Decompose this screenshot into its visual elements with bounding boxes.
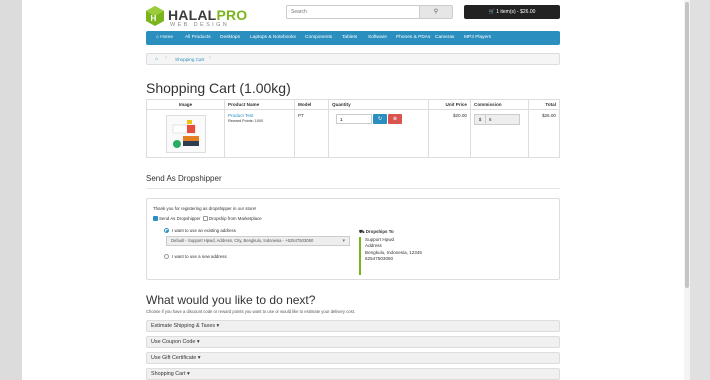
search-input[interactable] [286, 5, 420, 19]
model-cell: PT [294, 109, 329, 158]
vertical-scrollbar[interactable] [684, 0, 690, 380]
breadcrumb-separator-icon: › [165, 55, 167, 61]
col-model: Model [294, 99, 329, 110]
cart-icon: 🛒 [488, 9, 495, 15]
address-select[interactable]: Default - Support Hpwd, Address, City, B… [166, 236, 350, 246]
nav-item-laptops[interactable]: Laptops & Notebooks [250, 31, 296, 45]
send-as-dropshipper-label: Send As Dropshipper [159, 216, 201, 221]
existing-address-radio[interactable] [164, 228, 169, 233]
main-navbar: ⌂ Home All Products Desktops Laptops & N… [146, 31, 560, 45]
total-cell: $26.00 [528, 109, 560, 158]
caret-down-icon: ▾ [216, 323, 220, 329]
next-steps-subtitle: Choose if you have a discount code or re… [146, 309, 356, 314]
nav-item-all-products[interactable]: All Products [185, 31, 211, 45]
ship-to-title: ⛟ Dropships To [359, 229, 394, 234]
site-logo[interactable]: H HALALPRO WEB DESIGN [146, 6, 247, 30]
cart-button-label: 1 item(s) - $26.00 [496, 9, 536, 15]
nav-item-software[interactable]: Software [368, 31, 387, 45]
table-row: Product Test Reward Points: 1000 PT ↻ ⊗ … [146, 109, 560, 158]
search-button[interactable]: ⚲ [419, 5, 453, 19]
caret-down-icon: ▾ [196, 339, 200, 345]
home-icon: ⌂ [156, 35, 159, 40]
coupon-code-panel[interactable]: Use Coupon Code ▾ [146, 336, 560, 348]
breadcrumb-separator-icon: › [209, 55, 211, 61]
dropship-marketplace-checkbox[interactable] [203, 216, 208, 221]
brand-tagline: WEB DESIGN [170, 22, 230, 28]
divider [146, 188, 560, 189]
product-image-icon [172, 120, 199, 148]
nav-item-components[interactable]: Components [305, 31, 332, 45]
send-as-dropshipper-checkbox[interactable] [153, 216, 158, 221]
product-name-link[interactable]: Product Test [228, 113, 291, 118]
nav-item-home[interactable]: ⌂ Home [156, 31, 173, 45]
dropshipper-heading: Send As Dropshipper [146, 174, 222, 183]
breadcrumb-current[interactable]: Shopping Cart [175, 57, 204, 62]
new-address-label: I want to use a new address [172, 254, 227, 259]
window-background [690, 0, 710, 380]
gift-certificate-panel[interactable]: Use Gift Certificate ▾ [146, 352, 560, 364]
col-unit-price: Unit Price [428, 99, 471, 110]
chevron-down-icon: ▾ [342, 238, 345, 244]
col-total: Total [528, 99, 560, 110]
ship-to-address: Support Hpwd Address Bengkulu, Indonesia… [359, 237, 459, 275]
cart-table-header: Image Product Name Model Quantity Unit P… [146, 99, 560, 110]
cart-table: Image Product Name Model Quantity Unit P… [146, 99, 560, 158]
nav-item-mp3-players[interactable]: MP3 Players [464, 31, 491, 45]
search-icon: ⚲ [433, 9, 439, 15]
nav-item-desktops[interactable]: Desktops [220, 31, 240, 45]
nav-item-phones[interactable]: Phones & PDAs [396, 31, 430, 45]
remove-icon: ⊗ [392, 116, 398, 122]
col-image: Image [146, 99, 225, 110]
product-image-cell [146, 109, 225, 158]
quantity-input[interactable] [336, 114, 372, 124]
new-address-radio[interactable] [164, 254, 169, 259]
truck-icon: ⛟ [359, 229, 365, 234]
refresh-icon: ↻ [377, 116, 383, 122]
commission-cell: $ 6 [470, 109, 529, 158]
commission-currency: $ [474, 114, 486, 125]
shopping-cart-panel[interactable]: Shopping Cart ▾ [146, 368, 560, 380]
col-commission: Commission [470, 99, 529, 110]
nav-item-cameras[interactable]: Cameras [435, 31, 454, 45]
unit-price-cell: $20.00 [428, 109, 471, 158]
commission-input[interactable]: 6 [486, 114, 520, 125]
quantity-cell: ↻ ⊗ [328, 109, 429, 158]
product-name-cell: Product Test Reward Points: 1000 [224, 109, 295, 158]
logo-icon: H [146, 6, 164, 26]
search-bar: ⚲ [286, 5, 454, 19]
svg-text:H: H [151, 14, 157, 23]
reward-points: Reward Points: 1000 [228, 119, 264, 123]
breadcrumb: ⌂ › Shopping Cart › [146, 53, 560, 65]
dropshipper-intro: Thank you for registering as dropshipper… [153, 206, 257, 211]
remove-item-button[interactable]: ⊗ [388, 114, 402, 124]
ship-to-line: 62547503050 [365, 256, 394, 262]
col-quantity: Quantity [328, 99, 429, 110]
nav-item-tablets[interactable]: Tablets [342, 31, 357, 45]
col-product-name: Product Name [224, 99, 295, 110]
cart-button[interactable]: 🛒 1 item(s) - $26.00 [464, 5, 560, 19]
dropshipper-panel: Thank you for registering as dropshipper… [146, 198, 560, 280]
caret-down-icon: ▾ [186, 371, 190, 377]
caret-down-icon: ▾ [197, 355, 201, 361]
home-icon[interactable]: ⌂ [155, 56, 158, 62]
scrollbar-thumb[interactable] [685, 2, 689, 288]
address-select-value: Default - Support Hpwd, Address, City, B… [171, 238, 314, 243]
product-thumbnail[interactable] [165, 115, 206, 153]
page-title: Shopping Cart (1.00kg) [146, 80, 291, 96]
brand-name: HALALPRO [168, 7, 248, 23]
dropship-marketplace-label: Dropship from Marketplace [209, 216, 262, 221]
estimate-shipping-panel[interactable]: Estimate Shipping & Taxes ▾ [146, 320, 560, 332]
next-steps-heading: What would you like to do next? [146, 293, 316, 307]
update-quantity-button[interactable]: ↻ [373, 114, 387, 124]
existing-address-label: I want to use an existing address [172, 228, 236, 233]
